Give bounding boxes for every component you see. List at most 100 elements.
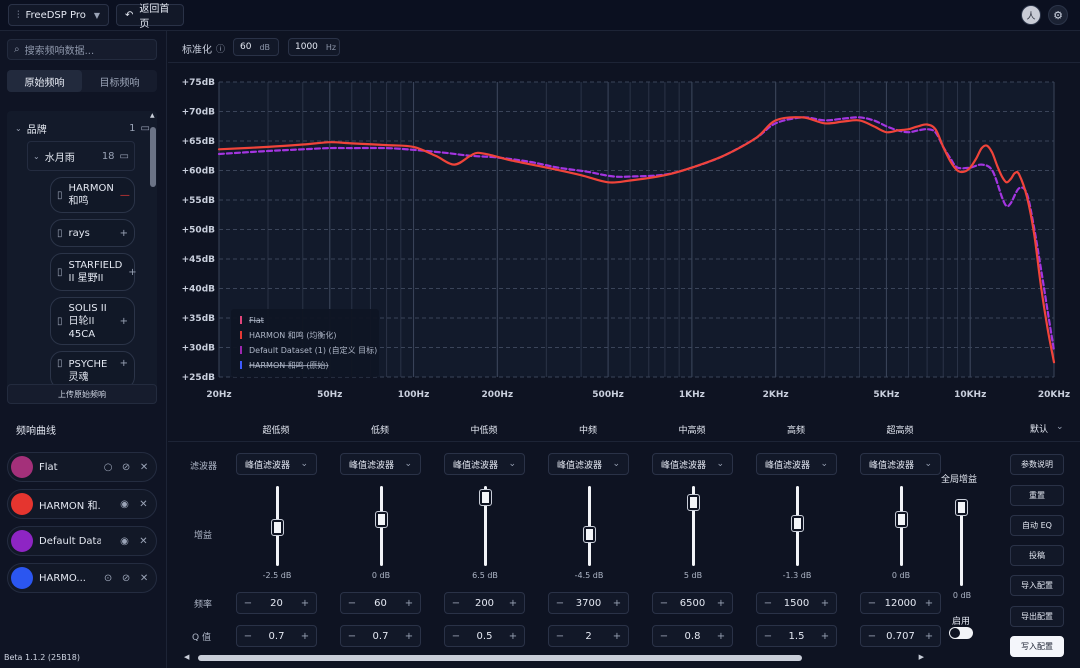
minus-icon[interactable]: − bbox=[659, 631, 669, 642]
minus-icon[interactable]: − bbox=[347, 631, 357, 642]
frequency-stepper[interactable]: − 20 + bbox=[236, 592, 317, 614]
enable-toggle[interactable] bbox=[949, 627, 973, 639]
close-icon[interactable]: ✕ bbox=[138, 572, 150, 585]
tree-node-moondrop[interactable]: ⌄ 水月雨 18 ▭ bbox=[27, 141, 135, 171]
filter-type-select[interactable]: 峰值滤波器 ⌄ bbox=[340, 453, 421, 475]
q-stepper[interactable]: − 0.5 + bbox=[444, 625, 525, 647]
scroll-up-icon[interactable]: ▲ bbox=[150, 112, 155, 119]
plus-icon[interactable]: + bbox=[508, 598, 518, 609]
auto-eq-button[interactable]: 自动 EQ bbox=[1010, 515, 1064, 536]
minus-icon[interactable]: − bbox=[763, 598, 773, 609]
eq-horizontal-scrollbar[interactable]: ◀ ▶ bbox=[184, 653, 924, 662]
frequency-stepper[interactable]: − 200 + bbox=[444, 592, 525, 614]
legend-entry[interactable]: Default Dataset (1) (自定义 目标) bbox=[249, 345, 377, 355]
q-stepper[interactable]: − 0.7 + bbox=[236, 625, 317, 647]
minus-icon[interactable]: − bbox=[555, 631, 565, 642]
plus-icon[interactable]: + bbox=[300, 631, 310, 642]
check-circle-icon[interactable]: ⊙ bbox=[102, 572, 114, 585]
gain-slider-knob[interactable] bbox=[687, 494, 700, 512]
normalize-hz-input[interactable]: 1000 Hz bbox=[288, 38, 340, 56]
q-stepper[interactable]: −0.707 + bbox=[860, 625, 941, 647]
gain-slider-knob[interactable] bbox=[479, 489, 492, 507]
minus-icon[interactable]: − bbox=[451, 598, 461, 609]
filter-type-select[interactable]: 峰值滤波器 ⌄ bbox=[236, 453, 317, 475]
add-icon[interactable]: + bbox=[128, 267, 136, 278]
plus-icon[interactable]: + bbox=[924, 631, 934, 642]
eye-icon[interactable]: ◉ bbox=[118, 498, 131, 511]
write-config-button[interactable]: 写入配置 bbox=[1010, 636, 1064, 657]
params-help-button[interactable]: 参数说明 bbox=[1010, 454, 1064, 475]
legend-entry[interactable]: HARMON 和鸣 (均衡化) bbox=[249, 330, 337, 340]
filter-type-select[interactable]: 峰值滤波器 ⌄ bbox=[548, 453, 629, 475]
export-config-button[interactable]: 导出配置 bbox=[1010, 606, 1064, 627]
plus-icon[interactable]: + bbox=[820, 598, 830, 609]
minus-icon[interactable]: − bbox=[555, 598, 565, 609]
add-icon[interactable]: + bbox=[120, 358, 128, 369]
q-stepper[interactable]: − 0.8 + bbox=[652, 625, 733, 647]
gain-slider-knob[interactable] bbox=[375, 511, 388, 528]
close-icon[interactable]: ✕ bbox=[138, 461, 150, 474]
list-item[interactable]: ▯ SOLIS II 日轮II 45CA + bbox=[50, 297, 135, 345]
curve-color-swatch[interactable] bbox=[11, 493, 33, 515]
gain-slider-knob[interactable] bbox=[271, 519, 284, 537]
tree-node-brand[interactable]: ⌄ 品牌 1 ▭ bbox=[15, 121, 150, 136]
plus-icon[interactable]: + bbox=[716, 598, 726, 609]
curve-item[interactable]: HARMO... ⊙ ⊘ ✕ bbox=[7, 563, 157, 593]
curve-item[interactable]: Flat ○ ⊘ ✕ bbox=[7, 452, 157, 482]
preset-select[interactable]: 默认 ⌄ bbox=[1030, 422, 1064, 435]
eye-off-icon[interactable]: ⊘ bbox=[120, 572, 132, 585]
global-gain-slider-knob[interactable] bbox=[955, 499, 968, 516]
plus-icon[interactable]: + bbox=[612, 598, 622, 609]
frequency-stepper[interactable]: −1500 + bbox=[756, 592, 837, 614]
plus-icon[interactable]: + bbox=[404, 631, 414, 642]
gain-slider-knob[interactable] bbox=[791, 515, 804, 533]
eq-scrollbar-thumb[interactable] bbox=[198, 655, 802, 661]
list-item[interactable]: ▯ rays + bbox=[50, 219, 135, 247]
frequency-stepper[interactable]: −6500 + bbox=[652, 592, 733, 614]
minus-icon[interactable]: − bbox=[867, 631, 877, 642]
legend-entry[interactable]: HARMON 和鸣 (原始) bbox=[249, 360, 329, 370]
curve-item[interactable]: Default Data...◉⊘✕ bbox=[7, 526, 157, 556]
remove-icon[interactable]: — bbox=[120, 190, 130, 201]
plus-icon[interactable]: + bbox=[508, 631, 518, 642]
scroll-left-icon[interactable]: ◀ bbox=[184, 653, 189, 661]
submit-button[interactable]: 投稿 bbox=[1010, 545, 1064, 566]
avatar[interactable]: 人 bbox=[1021, 5, 1041, 25]
tab-raw-response[interactable]: 原始频响 bbox=[7, 70, 82, 92]
curve-color-swatch[interactable] bbox=[11, 456, 33, 478]
plus-icon[interactable]: + bbox=[820, 631, 830, 642]
add-icon[interactable]: + bbox=[120, 228, 128, 239]
close-icon[interactable]: ✕ bbox=[137, 535, 150, 548]
minus-icon[interactable]: − bbox=[451, 631, 461, 642]
info-icon[interactable]: ⓘ bbox=[216, 42, 225, 55]
gain-slider-knob[interactable] bbox=[583, 526, 596, 543]
plus-icon[interactable]: + bbox=[924, 598, 934, 609]
reset-button[interactable]: 重置 bbox=[1010, 485, 1064, 506]
filter-type-select[interactable]: 峰值滤波器 ⌄ bbox=[444, 453, 525, 475]
minus-icon[interactable]: − bbox=[867, 598, 877, 609]
back-home-button[interactable]: ↶ 返回首页 bbox=[116, 4, 184, 30]
minus-icon[interactable]: − bbox=[347, 598, 357, 609]
q-stepper[interactable]: − 1.5 + bbox=[756, 625, 837, 647]
curve-item[interactable]: HARMON 和...◉⊘✕ bbox=[7, 489, 157, 519]
eye-off-icon[interactable]: ⊘ bbox=[120, 461, 132, 474]
filter-type-select[interactable]: 峰值滤波器 ⌄ bbox=[756, 453, 837, 475]
filter-type-select[interactable]: 峰值滤波器 ⌄ bbox=[652, 453, 733, 475]
plus-icon[interactable]: + bbox=[404, 598, 414, 609]
frequency-stepper[interactable]: −12000 + bbox=[860, 592, 941, 614]
legend-entry[interactable]: Flat bbox=[249, 316, 264, 325]
app-switcher-button[interactable]: ⫶ FreeDSP Pro ▼ bbox=[8, 4, 109, 26]
eye-icon[interactable]: ◉ bbox=[118, 535, 131, 548]
search-input[interactable]: ⌕ 搜索频响数据... bbox=[7, 39, 157, 60]
frequency-stepper[interactable]: − 60 + bbox=[340, 592, 421, 614]
q-stepper[interactable]: − 2 + bbox=[548, 625, 629, 647]
close-icon[interactable]: ✕ bbox=[137, 498, 150, 511]
plus-icon[interactable]: + bbox=[300, 598, 310, 609]
curve-color-swatch[interactable] bbox=[11, 567, 33, 589]
gain-slider[interactable] bbox=[588, 486, 591, 566]
normalize-db-input[interactable]: 60 dB bbox=[233, 38, 279, 56]
list-item[interactable]: ▯ STARFIELD II 星野II + bbox=[50, 253, 137, 291]
upload-raw-button[interactable]: 上传原始频响 bbox=[7, 384, 157, 404]
minus-icon[interactable]: − bbox=[243, 598, 253, 609]
add-icon[interactable]: + bbox=[120, 316, 128, 327]
